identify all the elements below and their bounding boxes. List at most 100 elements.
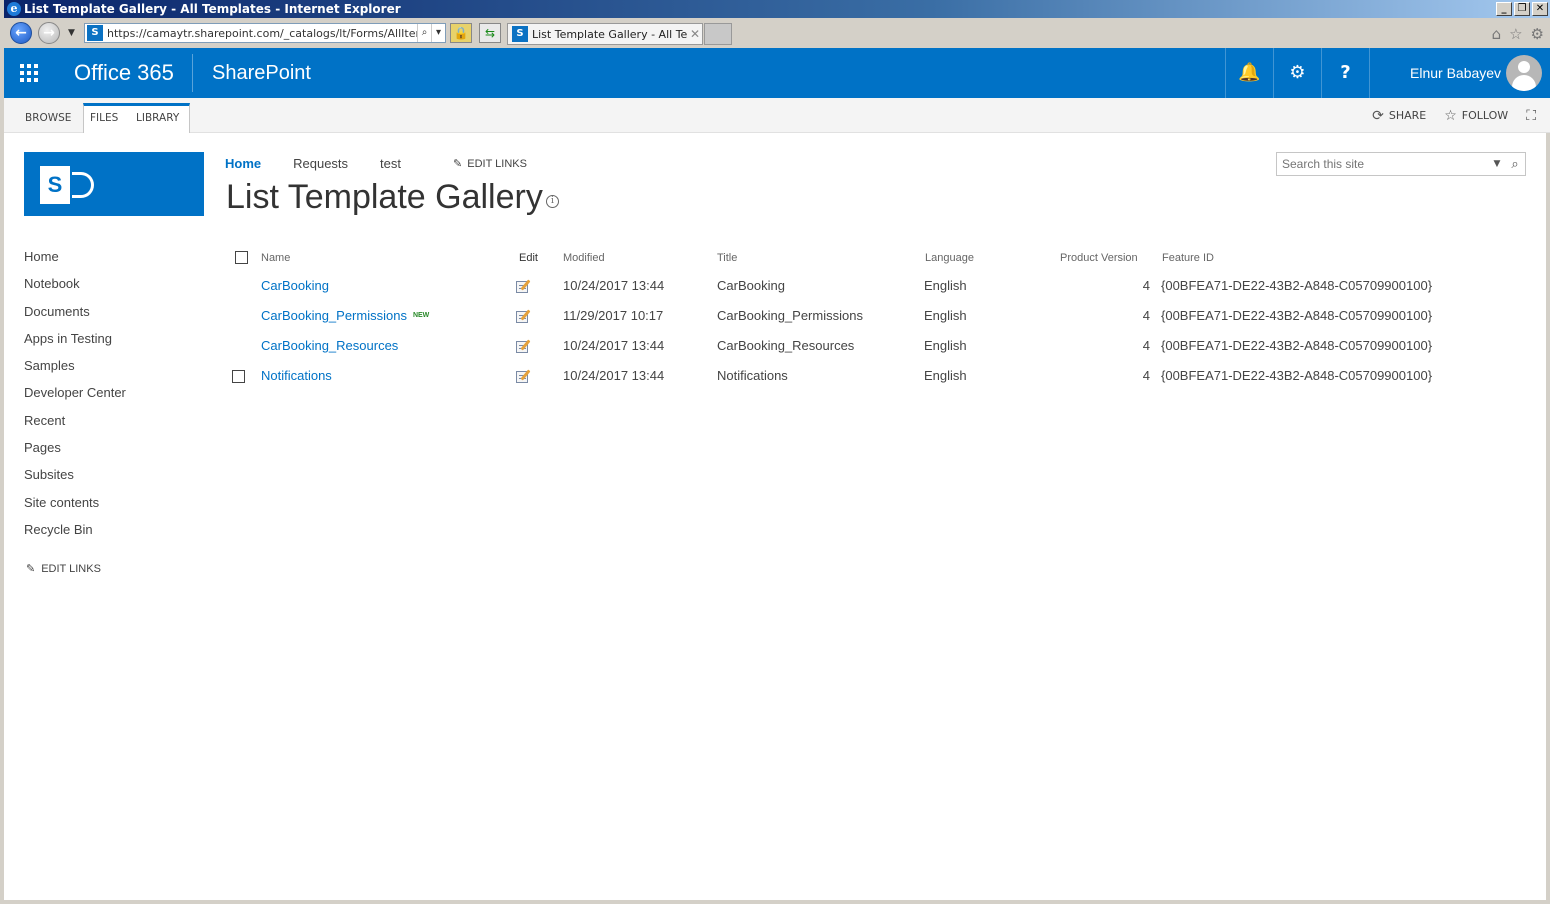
search-input[interactable]	[1277, 157, 1489, 171]
info-icon[interactable]: i	[546, 195, 559, 208]
pencil-icon: ✎	[453, 158, 463, 170]
topnav-edit-links[interactable]: ✎ EDIT LINKS	[453, 156, 527, 171]
notifications-bell-icon[interactable]: 🔔	[1225, 48, 1273, 98]
search-box[interactable]: ▼ ⌕	[1276, 152, 1526, 176]
item-modified: 10/24/2017 13:44	[563, 338, 665, 353]
ql-item-recycle-bin[interactable]: Recycle Bin	[24, 519, 126, 546]
office365-brand[interactable]: Office 365	[74, 48, 174, 98]
help-icon[interactable]: ?	[1321, 48, 1369, 98]
item-name-link[interactable]: Notifications	[261, 361, 332, 391]
follow-star-icon: ☆	[1444, 107, 1457, 124]
address-bar[interactable]: S https://camaytr.sharepoint.com/_catalo…	[84, 23, 446, 43]
edit-item-icon[interactable]	[516, 369, 532, 383]
item-language: English	[924, 308, 967, 323]
search-url-icon[interactable]: ⌕	[417, 24, 431, 42]
home-icon[interactable]: ⌂	[1492, 25, 1502, 43]
url-dropdown-icon[interactable]: ▾	[431, 24, 445, 42]
edit-item-icon[interactable]	[516, 309, 532, 323]
browser-window: e List Template Gallery - All Templates …	[0, 0, 1550, 904]
edit-item-icon[interactable]	[516, 279, 532, 293]
item-feature-id: {00BFEA71-DE22-43B2-A848-C05709900100}	[1161, 368, 1433, 383]
table-row[interactable]: CarBooking_Permissions NEW 11/29/2017 10:…	[230, 301, 1432, 331]
settings-gear-icon[interactable]: ⚙	[1273, 48, 1321, 98]
site-logo[interactable]: S	[24, 152, 204, 216]
browser-icons: ⌂ ☆ ⚙	[1492, 25, 1544, 43]
compat-refresh-icon[interactable]: ⇆	[479, 23, 501, 43]
col-header-product-version[interactable]: Product Version	[1060, 246, 1138, 270]
col-header-title[interactable]: Title	[717, 246, 737, 270]
tools-gear-icon[interactable]: ⚙	[1531, 25, 1544, 43]
tab-library[interactable]: LIBRARY	[130, 104, 185, 133]
table-row[interactable]: Notifications 10/24/2017 13:44 Notificat…	[230, 361, 1433, 391]
lock-icon[interactable]: 🔒	[450, 23, 472, 43]
sharepoint-logo-icon: S	[40, 166, 70, 204]
edit-links-label: EDIT LINKS	[467, 157, 527, 170]
avatar[interactable]	[1506, 55, 1542, 91]
ribbon: BROWSE FILES LIBRARY ⟳ SHARE ☆ FOLLOW ⛶	[4, 98, 1550, 133]
url-text[interactable]: https://camaytr.sharepoint.com/_catalogs…	[107, 27, 417, 40]
ql-item-samples[interactable]: Samples	[24, 355, 126, 382]
col-header-edit: Edit	[519, 252, 538, 264]
follow-button[interactable]: ☆ FOLLOW	[1444, 108, 1508, 124]
share-button[interactable]: ⟳ SHARE	[1372, 108, 1426, 124]
page-title: List Template Gallery	[226, 178, 543, 216]
search-icon[interactable]: ⌕	[1505, 157, 1525, 172]
ql-item-pages[interactable]: Pages	[24, 437, 126, 464]
item-title: CarBooking_Resources	[717, 338, 855, 353]
ql-item-notebook[interactable]: Notebook	[24, 273, 126, 300]
topnav-item-requests[interactable]: Requests	[293, 156, 348, 171]
item-product-version: 4	[1142, 368, 1150, 383]
edit-item-icon[interactable]	[516, 339, 532, 353]
item-product-version: 4	[1142, 278, 1150, 293]
forward-button[interactable]: →	[38, 22, 60, 44]
restore-button[interactable]: ❐	[1514, 2, 1530, 16]
col-header-modified[interactable]: Modified	[563, 246, 605, 270]
topnav-item-home[interactable]: Home	[225, 156, 261, 171]
new-tab-button[interactable]	[704, 23, 732, 45]
col-header-feature-id[interactable]: Feature ID	[1162, 246, 1214, 270]
close-window-button[interactable]: ✕	[1532, 2, 1548, 16]
quicklaunch-edit-links[interactable]: ✎ EDIT LINKS	[26, 562, 101, 576]
ribbon-actions: ⟳ SHARE ☆ FOLLOW ⛶	[1372, 98, 1536, 133]
ql-item-recent[interactable]: Recent	[24, 410, 126, 437]
focus-content-icon: ⛶	[1526, 107, 1536, 124]
ql-item-documents[interactable]: Documents	[24, 301, 126, 328]
share-label: SHARE	[1388, 109, 1427, 122]
focus-on-content-button[interactable]: ⛶	[1526, 108, 1536, 124]
user-divider	[1369, 48, 1370, 98]
item-name-link[interactable]: CarBooking	[261, 271, 329, 301]
app-launcher-icon[interactable]	[4, 48, 54, 98]
col-header-name[interactable]: Name	[261, 246, 290, 270]
col-header-language[interactable]: Language	[925, 246, 974, 270]
history-dropdown-icon[interactable]: ▼	[68, 28, 75, 38]
tab-close-icon[interactable]: ✕	[688, 27, 702, 41]
search-scope-dropdown-icon[interactable]: ▼	[1489, 159, 1505, 169]
back-button[interactable]: ←	[10, 22, 32, 44]
item-modified: 10/24/2017 13:44	[563, 368, 665, 383]
tab-browse[interactable]: BROWSE	[19, 104, 77, 133]
ql-item-site-contents[interactable]: Site contents	[24, 492, 126, 519]
minimize-button[interactable]: _	[1496, 2, 1512, 16]
tab-files[interactable]: FILES	[84, 104, 124, 133]
user-name[interactable]: Elnur Babayev	[1410, 48, 1501, 98]
ql-item-subsites[interactable]: Subsites	[24, 464, 126, 491]
item-modified: 11/29/2017 10:17	[563, 308, 664, 323]
table-row[interactable]: CarBooking_Resources 10/24/2017 13:44 Ca…	[230, 331, 1432, 361]
browser-toolbar: ← → ▼ S https://camaytr.sharepoint.com/_…	[4, 18, 1550, 48]
ql-item-developer-center[interactable]: Developer Center	[24, 382, 126, 409]
topnav-item-test[interactable]: test	[380, 156, 401, 171]
item-title: Notifications	[717, 368, 788, 383]
ql-item-home[interactable]: Home	[24, 246, 126, 273]
select-all-checkbox[interactable]	[235, 251, 248, 264]
sharepoint-app-name[interactable]: SharePoint	[212, 48, 311, 98]
top-navigation: Home Requests test ✎ EDIT LINKS	[225, 156, 527, 171]
window-controls: _ ❐ ✕	[1496, 2, 1548, 16]
row-select-checkbox[interactable]	[232, 370, 245, 383]
item-name-link[interactable]: CarBooking_Permissions	[261, 308, 407, 323]
table-row[interactable]: CarBooking 10/24/2017 13:44 CarBooking E…	[230, 271, 1432, 301]
item-product-version: 4	[1142, 308, 1150, 323]
favorites-star-icon[interactable]: ☆	[1509, 25, 1522, 43]
item-name-link[interactable]: CarBooking_Resources	[261, 331, 398, 361]
browser-tab[interactable]: S List Template Gallery - All Te... ✕	[507, 23, 703, 45]
ql-item-apps-in-testing[interactable]: Apps in Testing	[24, 328, 126, 355]
